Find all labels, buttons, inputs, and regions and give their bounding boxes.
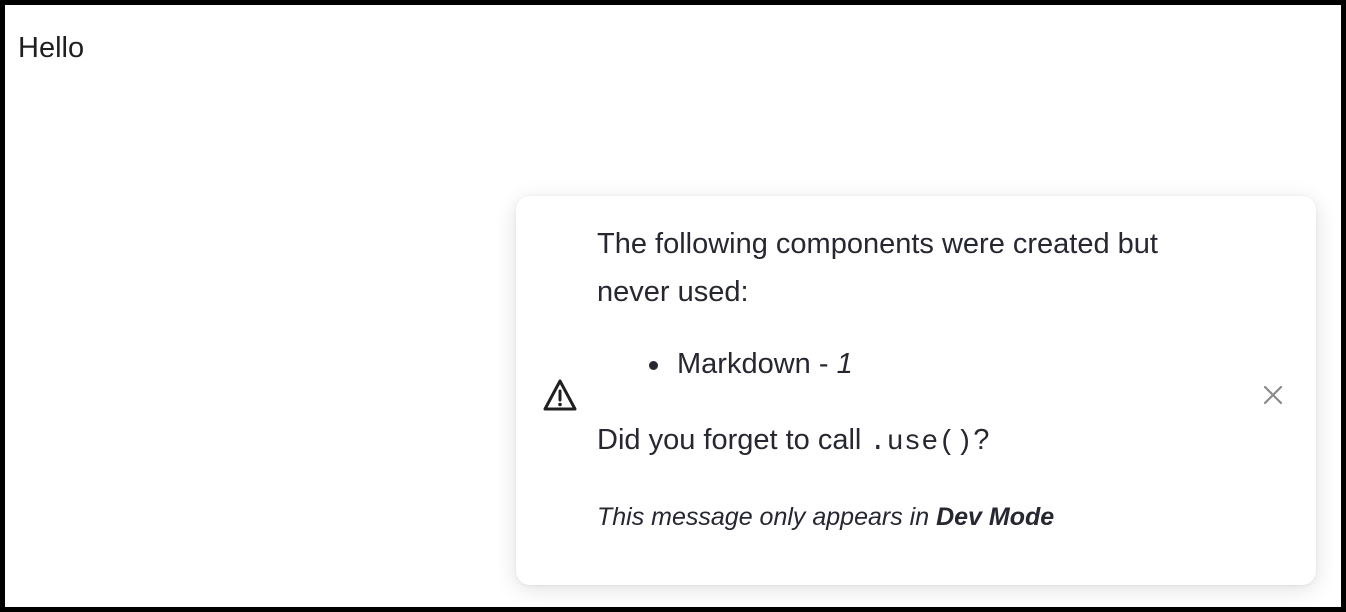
use-code: .use(): [869, 427, 974, 458]
component-name: Markdown: [677, 348, 811, 380]
question-suffix: ?: [973, 424, 990, 456]
dev-mode-note: This message only appears in Dev Mode: [597, 501, 1247, 533]
toast-message-line-1: The following components were created bu…: [597, 228, 1158, 260]
toast-message: The following components were created bu…: [597, 220, 1247, 533]
dev-note-prefix: This message only appears in: [597, 503, 937, 531]
close-button[interactable]: [1260, 382, 1286, 408]
use-question: Did you forget to call .use()?: [597, 420, 1247, 463]
item-separator: -: [810, 348, 837, 380]
component-count: 1: [836, 348, 853, 380]
app-frame: Hello The following components were crea…: [0, 0, 1346, 612]
list-item: Markdown - 1: [649, 344, 1247, 384]
dev-warning-toast: The following components were created bu…: [516, 196, 1316, 585]
dev-mode-label: Dev Mode: [936, 503, 1055, 531]
page-text-hello: Hello: [18, 32, 85, 64]
unused-components-list: Markdown - 1: [597, 344, 1247, 384]
question-prefix: Did you forget to call: [597, 424, 870, 456]
toast-message-line-2: never used:: [597, 276, 749, 308]
close-icon[interactable]: [1260, 382, 1286, 408]
warning-icon: [543, 379, 577, 411]
